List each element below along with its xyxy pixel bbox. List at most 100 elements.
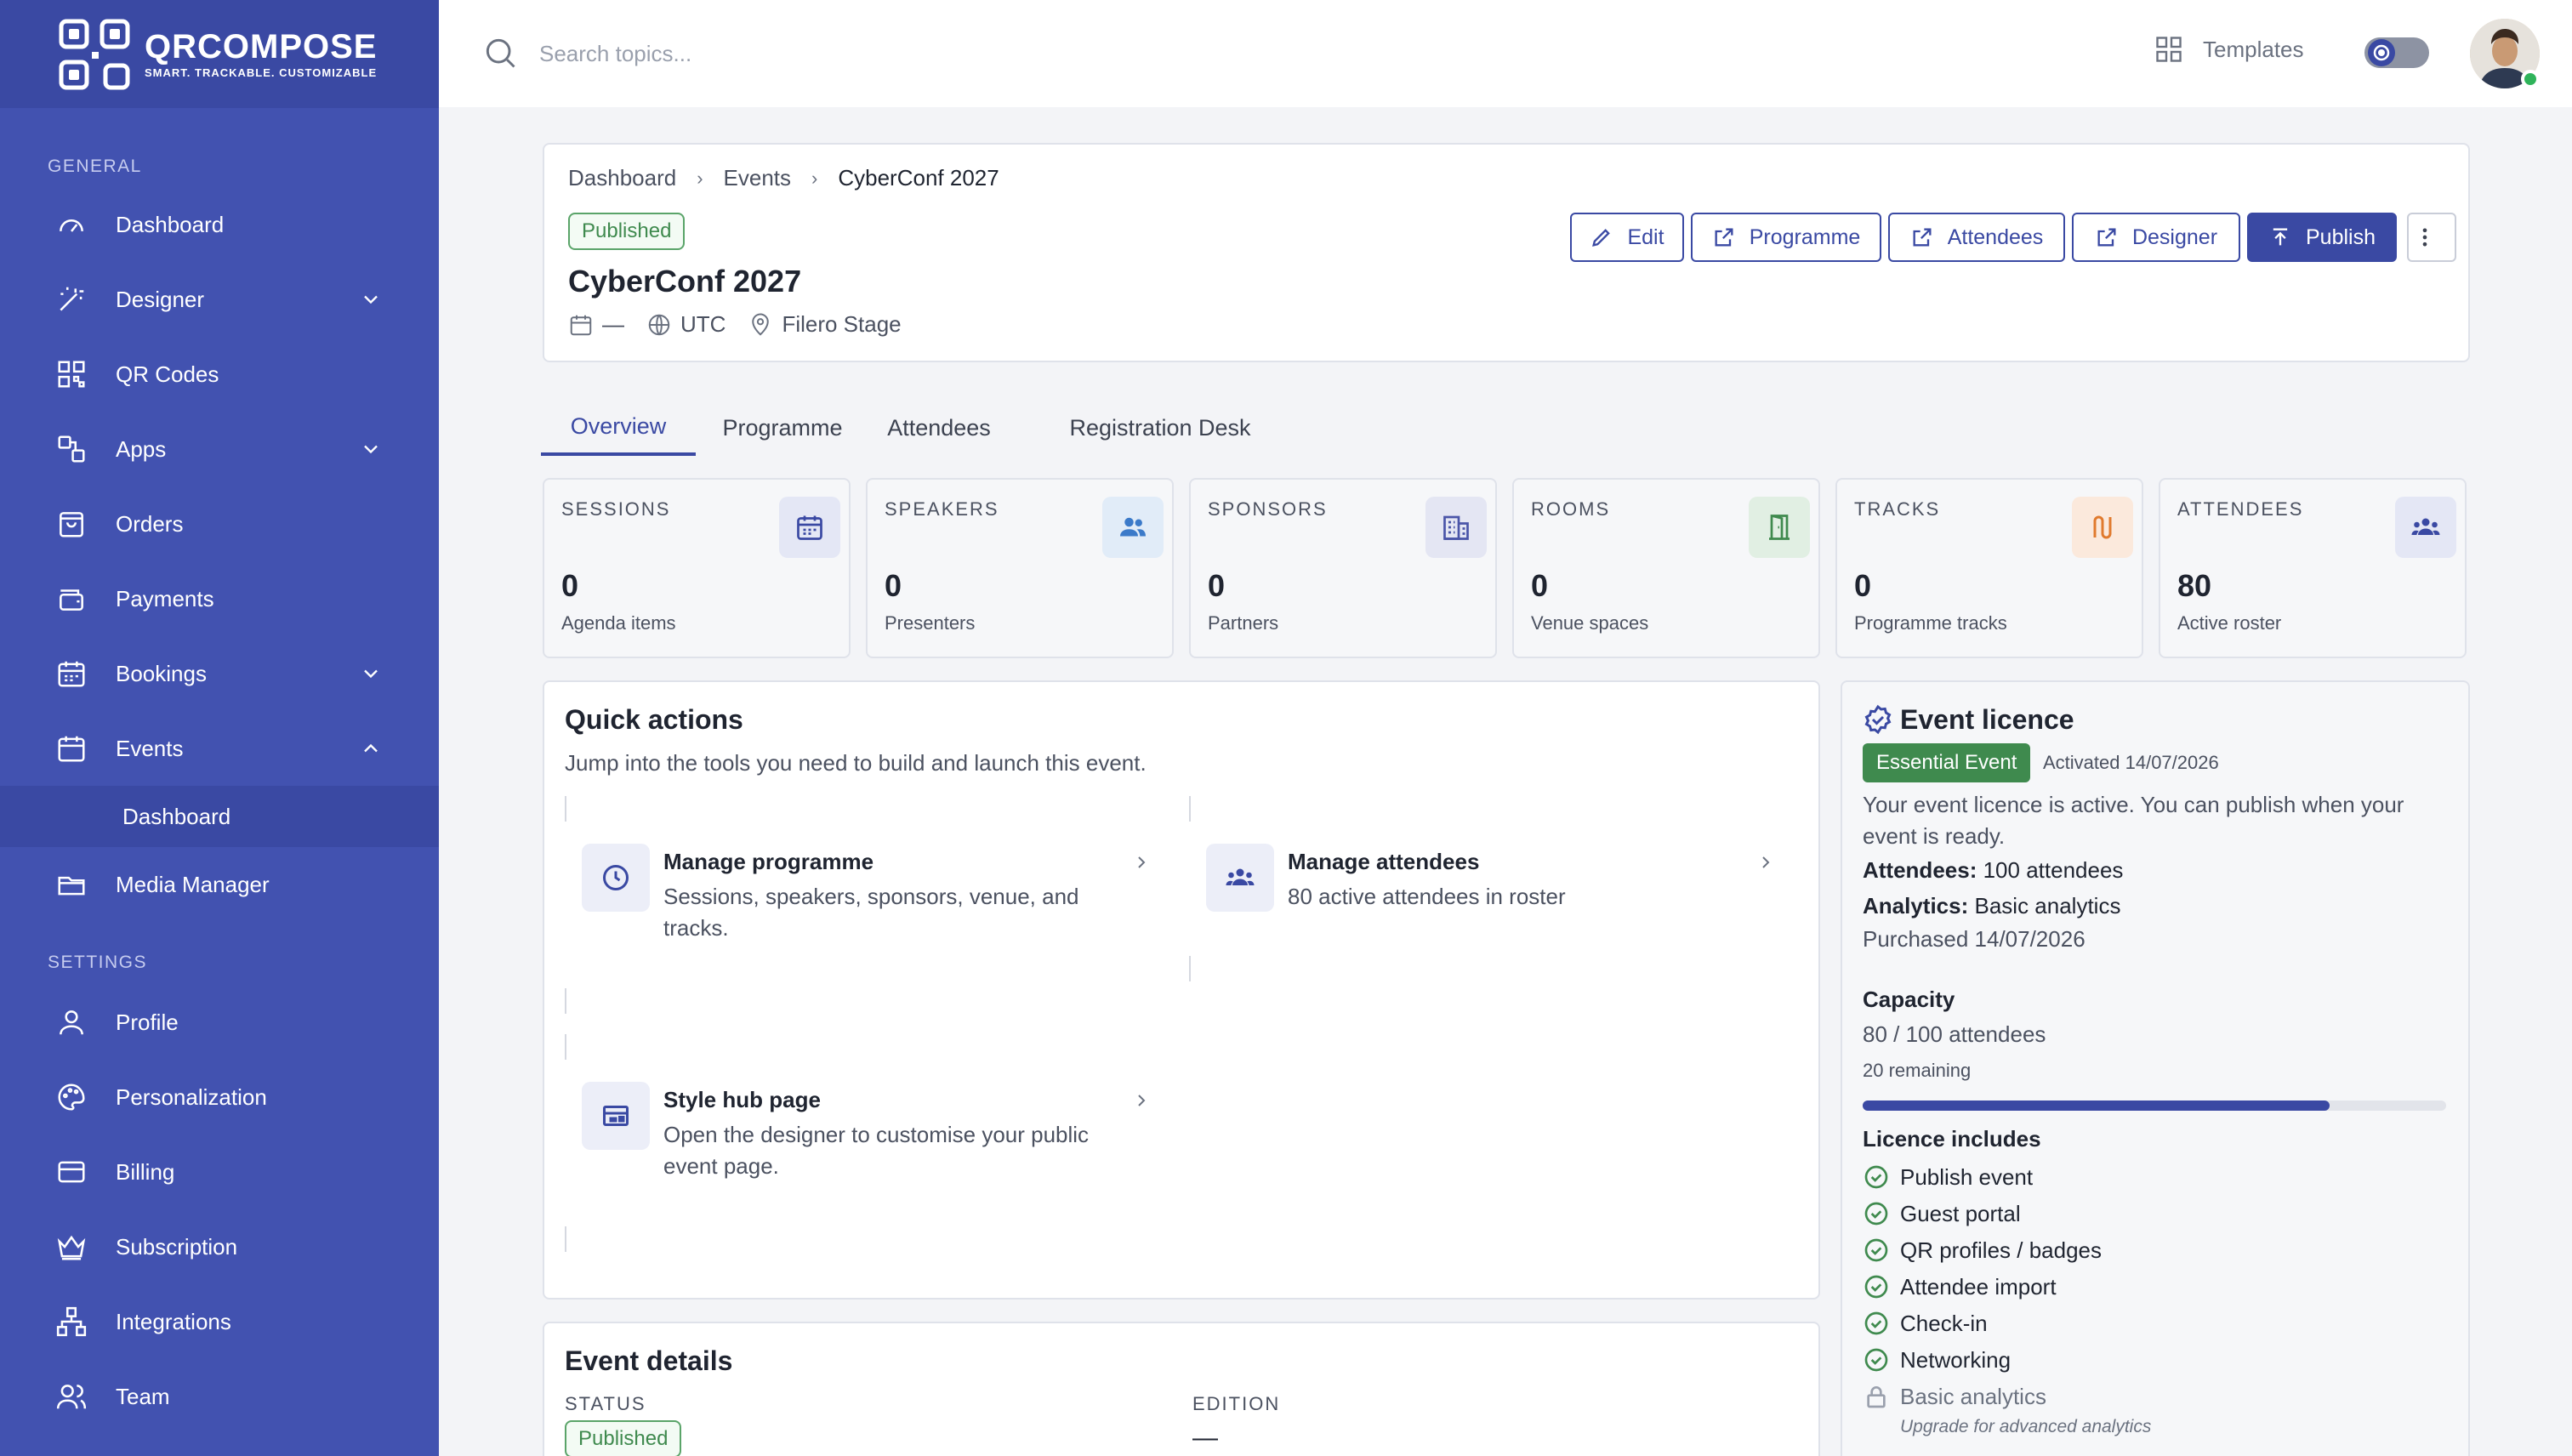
chevron-right-icon: › bbox=[811, 167, 818, 189]
check-circle-icon bbox=[1864, 1202, 1888, 1226]
analytics-value: Basic analytics bbox=[1974, 893, 2121, 919]
edit-button[interactable]: Edit bbox=[1570, 213, 1684, 262]
stat-card-tracks[interactable]: TRACKS 0 Programme tracks bbox=[1835, 478, 2143, 658]
sidebar-item-billing[interactable]: Billing bbox=[0, 1141, 439, 1203]
licence-includes-heading: Licence includes bbox=[1863, 1126, 2041, 1152]
sidebar-item-media-manager[interactable]: Media Manager bbox=[0, 854, 439, 915]
sidebar-item-payments[interactable]: Payments bbox=[0, 568, 439, 629]
licence-activated: Activated 14/07/2026 bbox=[2043, 752, 2219, 773]
team-icon bbox=[54, 1379, 88, 1413]
feature-item: Check-in bbox=[1863, 1310, 1988, 1337]
stat-card-speakers[interactable]: SPEAKERS 0 Presenters bbox=[866, 478, 1174, 658]
edition-value: — bbox=[1192, 1424, 1220, 1452]
brand-logo[interactable]: QRCOMPOSE SMART. TRACKABLE. CUSTOMIZABLE bbox=[0, 0, 439, 108]
action-desc: Open the designer to customise your publ… bbox=[663, 1122, 1090, 1179]
folder-icon bbox=[54, 867, 88, 901]
tab-programme[interactable]: Programme bbox=[708, 400, 857, 456]
feature-item-locked: Basic analytics bbox=[1863, 1383, 2046, 1410]
door-icon bbox=[1749, 497, 1810, 558]
divider bbox=[565, 988, 566, 1014]
more-options-button[interactable] bbox=[2407, 213, 2456, 262]
magic-wand-icon bbox=[54, 282, 88, 316]
sidebar-item-label: Integrations bbox=[116, 1308, 231, 1334]
sidebar-item-label: Billing bbox=[116, 1158, 175, 1185]
calendar-icon bbox=[779, 497, 840, 558]
page-title: CyberConf 2027 bbox=[568, 264, 802, 299]
sidebar-item-designer[interactable]: Designer bbox=[0, 269, 439, 330]
sidebar-item-profile[interactable]: Profile bbox=[0, 992, 439, 1053]
external-link-icon bbox=[1715, 228, 1733, 247]
breadcrumb-events[interactable]: Events bbox=[724, 165, 792, 191]
status-badge: Published bbox=[565, 1420, 682, 1456]
templates-label: Templates bbox=[2203, 36, 2304, 62]
feature-item: Publish event bbox=[1863, 1163, 2033, 1191]
qr-code-icon bbox=[54, 357, 88, 391]
external-link-icon bbox=[2097, 228, 2116, 247]
divider bbox=[1189, 796, 1191, 822]
stat-label: ROOMS bbox=[1531, 498, 1611, 520]
publish-button[interactable]: Publish bbox=[2247, 213, 2397, 262]
sidebar-item-label: Subscription bbox=[116, 1233, 238, 1260]
network-icon bbox=[54, 1305, 88, 1339]
action-title: Manage programme bbox=[663, 849, 874, 874]
stat-label: SESSIONS bbox=[561, 498, 671, 520]
chevron-down-icon[interactable] bbox=[359, 437, 383, 461]
licence-attendees: Attendees: 100 attendees bbox=[1863, 857, 2123, 884]
tab-registration-desk[interactable]: Registration Desk bbox=[1051, 400, 1269, 456]
feature-item: Guest portal bbox=[1863, 1200, 2021, 1227]
divider bbox=[565, 1034, 566, 1060]
stat-value: 0 bbox=[1208, 568, 1226, 603]
upload-icon bbox=[2273, 228, 2288, 246]
users-icon bbox=[1102, 497, 1164, 558]
tab-overview[interactable]: Overview bbox=[541, 400, 696, 456]
quick-actions-subtitle: Jump into the tools you need to build an… bbox=[565, 750, 1147, 776]
sidebar-item-bookings[interactable]: Bookings bbox=[0, 643, 439, 704]
breadcrumb-current: CyberConf 2027 bbox=[838, 165, 999, 191]
stat-card-sessions[interactable]: SESSIONS 0 Agenda items bbox=[543, 478, 851, 658]
stat-card-attendees[interactable]: ATTENDEES 80 Active roster bbox=[2159, 478, 2467, 658]
chevron-down-icon[interactable] bbox=[359, 662, 383, 685]
chevron-up-icon[interactable] bbox=[359, 737, 383, 760]
sidebar-item-qr-codes[interactable]: QR Codes bbox=[0, 344, 439, 405]
chevron-right-icon: › bbox=[697, 167, 703, 189]
sidebar-item-orders[interactable]: Orders bbox=[0, 493, 439, 555]
sidebar-subitem-event-dashboard[interactable]: Dashboard bbox=[0, 786, 439, 847]
breadcrumb-dashboard[interactable]: Dashboard bbox=[568, 165, 676, 191]
sidebar-item-events[interactable]: Events bbox=[0, 718, 439, 779]
designer-button-label: Designer bbox=[2131, 225, 2218, 249]
attendees-button[interactable]: Attendees bbox=[1888, 213, 2065, 262]
attendees-value: 100 attendees bbox=[1983, 857, 2124, 883]
user-icon bbox=[54, 1005, 88, 1039]
stat-label: ATTENDEES bbox=[2177, 498, 2304, 520]
status-label: STATUS bbox=[565, 1393, 646, 1414]
upgrade-note: Upgrade for advanced analytics bbox=[1900, 1417, 2152, 1436]
sidebar-item-personalization[interactable]: Personalization bbox=[0, 1066, 439, 1128]
sidebar-item-subscription[interactable]: Subscription bbox=[0, 1216, 439, 1277]
pencil-icon bbox=[1592, 229, 1611, 247]
templates-link[interactable]: Templates bbox=[2154, 34, 2304, 65]
designer-button[interactable]: Designer bbox=[2072, 213, 2240, 262]
sidebar-item-apps[interactable]: Apps bbox=[0, 418, 439, 480]
action-title: Manage attendees bbox=[1288, 849, 1480, 874]
sidebar-item-team[interactable]: Team bbox=[0, 1366, 439, 1427]
programme-button-label: Programme bbox=[1749, 225, 1861, 249]
chevron-down-icon[interactable] bbox=[359, 287, 383, 311]
apps-icon bbox=[54, 432, 88, 466]
stat-sub: Active roster bbox=[2177, 612, 2282, 634]
sidebar-item-dashboard[interactable]: Dashboard bbox=[0, 194, 439, 255]
map-pin-icon bbox=[752, 313, 770, 336]
attendees-button-label: Attendees bbox=[1947, 225, 2044, 249]
event-licence-card: Event licence Essential Event Activated … bbox=[1841, 680, 2470, 1456]
divider bbox=[565, 1226, 566, 1252]
shopping-bag-icon bbox=[54, 507, 88, 541]
analytics-key: Analytics: bbox=[1863, 893, 1969, 919]
group-icon bbox=[2395, 497, 2456, 558]
stat-card-rooms[interactable]: ROOMS 0 Venue spaces bbox=[1512, 478, 1820, 658]
search-input[interactable] bbox=[539, 32, 1220, 75]
calendar-icon bbox=[54, 657, 88, 691]
tab-attendees[interactable]: Attendees bbox=[871, 400, 1007, 456]
programme-button[interactable]: Programme bbox=[1691, 213, 1881, 262]
feature-item: Attendee import bbox=[1863, 1273, 2057, 1300]
stat-card-sponsors[interactable]: SPONSORS 0 Partners bbox=[1189, 478, 1497, 658]
sidebar-item-integrations[interactable]: Integrations bbox=[0, 1291, 439, 1352]
